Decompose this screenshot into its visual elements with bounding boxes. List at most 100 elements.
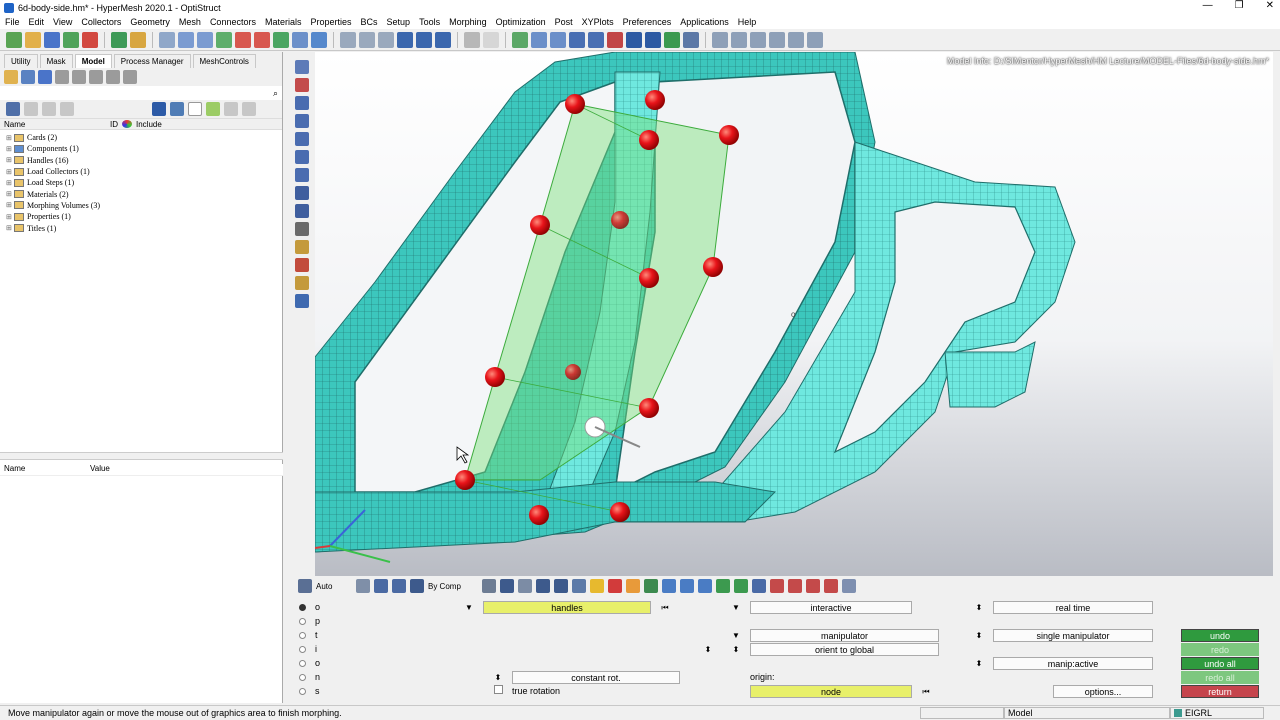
morph-icon[interactable] [295, 150, 309, 164]
column-id[interactable]: ID [110, 120, 122, 129]
single-view-icon[interactable] [788, 31, 804, 48]
radio-alter-dimensions[interactable]: p [299, 614, 320, 628]
props-column-name[interactable]: Name [0, 464, 90, 475]
menu-geometry[interactable]: Geometry [130, 17, 170, 27]
menu-file[interactable]: File [5, 17, 20, 27]
zoom-icon[interactable] [159, 31, 175, 48]
sum-icon[interactable] [664, 31, 680, 48]
menu-applications[interactable]: Applications [680, 17, 729, 27]
radio-morph-surfaces[interactable]: s [299, 684, 320, 698]
clip-icon[interactable] [788, 579, 802, 593]
color-icon[interactable] [89, 70, 103, 84]
isolate-icon[interactable] [734, 579, 748, 593]
radio-set-biasing[interactable]: t [299, 628, 318, 642]
menu-optimization[interactable]: Optimization [496, 17, 546, 27]
next-view-icon[interactable] [197, 31, 213, 48]
model-viewport[interactable]: o [315, 52, 1273, 576]
menu-properties[interactable]: Properties [310, 17, 351, 27]
manip-active-toggle[interactable]: ⬍ [972, 657, 986, 670]
tools-icon[interactable] [824, 579, 838, 593]
tree-item-components[interactable]: ⊞ Components (1) [6, 143, 282, 154]
section-icon[interactable] [806, 579, 820, 593]
map-icon[interactable] [295, 132, 309, 146]
mask-icon[interactable] [662, 579, 676, 593]
tag-icon[interactable] [295, 258, 309, 272]
tree-item-properties[interactable]: ⊞ Properties (1) [6, 211, 282, 222]
pan-icon[interactable] [378, 31, 394, 48]
select-icon[interactable] [216, 31, 232, 48]
orient-toggle-1[interactable]: ⬍ [701, 643, 715, 656]
fit-icon[interactable] [340, 31, 356, 48]
folder-icon[interactable] [130, 31, 146, 48]
tree-item-materials[interactable]: ⊞ Materials (2) [6, 188, 282, 199]
menu-xyplots[interactable]: XYPlots [582, 17, 614, 27]
show-icon[interactable] [24, 102, 38, 116]
menu-view[interactable]: View [53, 17, 72, 27]
delete-icon[interactable] [608, 579, 622, 593]
tab-mask[interactable]: Mask [39, 54, 73, 68]
eye-off-icon[interactable] [242, 102, 256, 116]
interactive-button[interactable]: interactive [750, 601, 912, 614]
radio-move-handles[interactable]: o [299, 600, 320, 614]
reverse-icon[interactable] [698, 579, 712, 593]
color-mode-icon[interactable] [410, 579, 424, 593]
orient-icon[interactable] [435, 31, 451, 48]
pointer-icon[interactable] [188, 102, 202, 116]
tab-meshcontrols[interactable]: MeshControls [192, 54, 256, 68]
menu-connectors[interactable]: Connectors [210, 17, 256, 27]
column-include[interactable]: Include [136, 120, 162, 129]
node-reset-icon[interactable]: ⏮ [919, 685, 933, 698]
view-icon[interactable] [123, 70, 137, 84]
handles-selector[interactable]: handles [483, 601, 651, 614]
tree-item-load-steps[interactable]: ⊞ Load Steps (1) [6, 177, 282, 188]
line-icon[interactable] [512, 31, 528, 48]
component-icon[interactable] [170, 102, 184, 116]
orient-toggle-2[interactable]: ⬍ [729, 643, 743, 656]
refresh-icon[interactable] [21, 70, 35, 84]
undo-button[interactable]: undo [1181, 629, 1259, 642]
tile-view-icon[interactable] [750, 31, 766, 48]
cascade-view-icon[interactable] [769, 31, 785, 48]
unmask-icon[interactable] [645, 31, 661, 48]
shape-icon[interactable] [152, 102, 166, 116]
tree-item-cards[interactable]: ⊞ Cards (2) [6, 132, 282, 143]
display-icon[interactable] [38, 70, 52, 84]
return-button[interactable]: return [1181, 685, 1259, 698]
menu-post[interactable]: Post [555, 17, 573, 27]
surfaces-icon[interactable] [374, 579, 388, 593]
graphics-area[interactable]: Model Info: D:/SIMentor/HyperMesh/HM Lec… [315, 52, 1273, 576]
real-time-toggle[interactable]: ⬍ [972, 601, 986, 614]
mesh-icon[interactable] [311, 31, 327, 48]
symmetry-icon[interactable] [295, 186, 309, 200]
window-layout-icon[interactable] [712, 31, 728, 48]
note-icon[interactable] [295, 276, 309, 290]
column-name[interactable]: Name [0, 120, 110, 129]
radio-apply-shapes[interactable]: n [299, 670, 320, 684]
browser-search[interactable]: ⌕ [0, 86, 282, 100]
refresh-icon[interactable] [842, 579, 856, 593]
spin-icon[interactable] [416, 31, 432, 48]
options-button[interactable]: options... [1053, 685, 1153, 698]
cut-plane-icon[interactable] [770, 579, 784, 593]
redo-icon[interactable] [483, 31, 499, 48]
shaded-elements-icon[interactable] [482, 579, 496, 593]
manip-active-button[interactable]: manip:active [993, 657, 1153, 670]
rotate-icon[interactable] [359, 31, 375, 48]
search-icon[interactable]: ⌕ [273, 88, 278, 99]
find-icon[interactable] [716, 579, 730, 593]
tab-process-manager[interactable]: Process Manager [113, 54, 191, 68]
constant-rot-button[interactable]: constant rot. [512, 671, 680, 684]
menu-setup[interactable]: Setup [387, 17, 411, 27]
tree-item-morphing-volumes[interactable]: ⊞ Morphing Volumes (3) [6, 200, 282, 211]
single-manipulator-button[interactable]: single manipulator [993, 629, 1153, 642]
tools-icon[interactable] [106, 70, 120, 84]
menu-edit[interactable]: Edit [29, 17, 45, 27]
morph-volume-icon[interactable] [295, 60, 309, 74]
table-icon[interactable] [683, 31, 699, 48]
geometry-icon[interactable] [292, 31, 308, 48]
domain-icon[interactable] [295, 78, 309, 92]
display-mode-icon[interactable] [298, 579, 312, 593]
manipulator-button[interactable]: manipulator [750, 629, 939, 642]
real-time-button[interactable]: real time [993, 601, 1153, 614]
menu-preferences[interactable]: Preferences [623, 17, 672, 27]
